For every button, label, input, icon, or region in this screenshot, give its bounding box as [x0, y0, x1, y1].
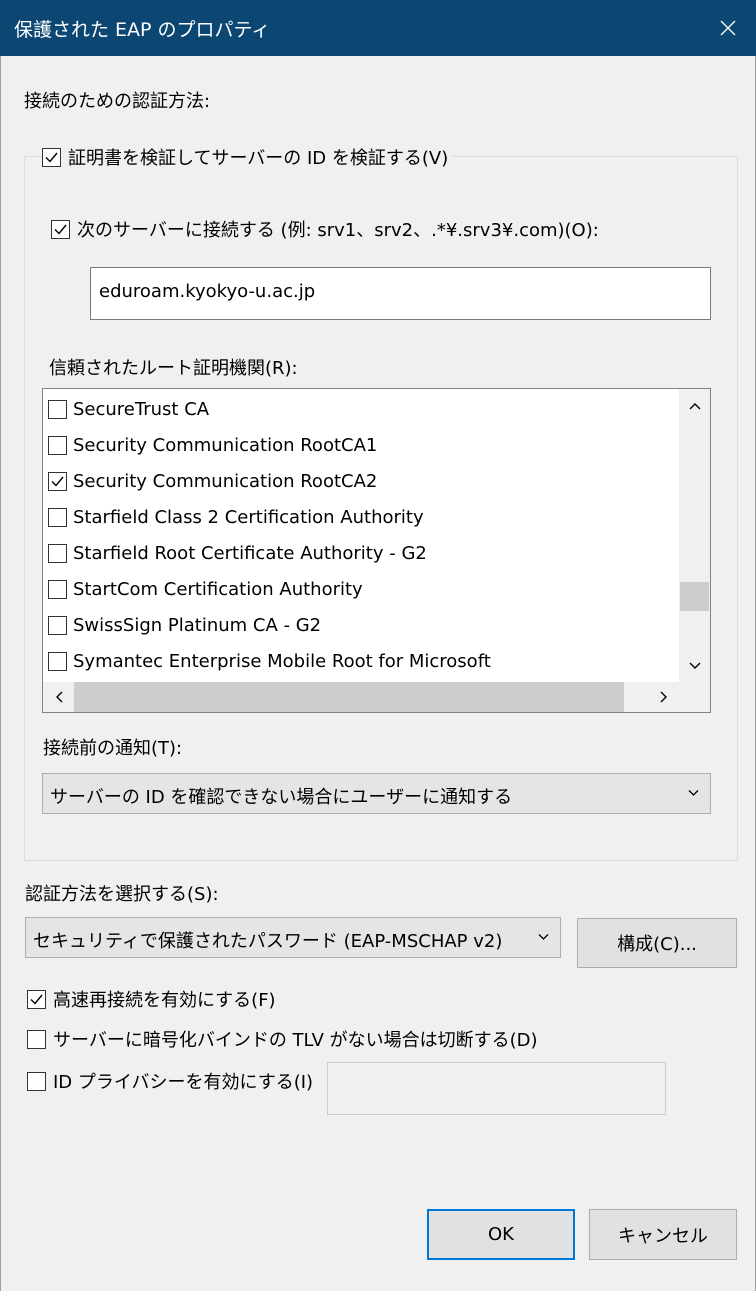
chevron-down-icon: [688, 790, 699, 796]
list-item[interactable]: Starfield Root Certificate Authority - G…: [48, 535, 427, 571]
connect-servers-label: 次のサーバーに接続する (例: srv1、srv2、.*¥.srv3¥.com)…: [77, 220, 599, 241]
connect-servers-checkbox[interactable]: 次のサーバーに接続する (例: srv1、srv2、.*¥.srv3¥.com)…: [51, 216, 599, 242]
identity-privacy-label: ID プライバシーを有効にする(I): [53, 1072, 314, 1093]
auth-method-selected-value: セキュリティで保護されたパスワード (EAP-MSCHAP v2): [33, 931, 503, 952]
auth-method-dropdown[interactable]: セキュリティで保護されたパスワード (EAP-MSCHAP v2): [25, 917, 561, 958]
vertical-scroll-thumb[interactable]: [680, 582, 709, 611]
list-item[interactable]: StartCom Certification Authority: [48, 571, 363, 607]
server-name-input[interactable]: eduroam.kyokyo-u.ac.jp: [90, 267, 711, 320]
close-icon: [720, 20, 736, 36]
checkbox-box: [48, 435, 67, 455]
identity-privacy-checkbox[interactable]: ID プライバシーを有効にする(I): [27, 1068, 313, 1094]
scrollbar-corner: [679, 682, 710, 712]
checkbox-box: [27, 989, 46, 1009]
fast-reconnect-label: 高速再接続を有効にする(F): [53, 990, 276, 1011]
checkbox-box: [48, 399, 67, 419]
list-item[interactable]: SwissSign Platinum CA - G2: [48, 607, 321, 643]
configure-button[interactable]: 構成(C)...: [577, 918, 737, 968]
trusted-roots-label: 信頼されたルート証明機関(R):: [49, 358, 298, 379]
checkbox-box: [27, 1071, 46, 1091]
check-icon: [54, 224, 67, 235]
checkbox-box: [51, 219, 70, 239]
verify-cert-label: 証明書を検証してサーバーの ID を検証する(V): [68, 148, 449, 169]
trusted-roots-list[interactable]: SecureTrust CA Security Communication Ro…: [42, 388, 711, 713]
list-item[interactable]: SecureTrust CA: [48, 391, 209, 427]
title-bar: 保護された EAP のプロパティ: [0, 0, 756, 56]
checkbox-box: [48, 507, 67, 527]
chevron-right-icon: [660, 691, 667, 703]
scroll-down-button[interactable]: [679, 651, 710, 681]
check-icon: [30, 994, 43, 1005]
list-item-label: Symantec Enterprise Mobile Root for Micr…: [73, 650, 491, 672]
checkbox-box: [48, 615, 67, 635]
scroll-left-button[interactable]: [43, 682, 74, 712]
identity-privacy-input: [327, 1062, 666, 1115]
checkbox-box: [48, 543, 67, 563]
check-icon: [45, 152, 58, 163]
chevron-left-icon: [55, 691, 62, 703]
select-method-label: 認証方法を選択する(S):: [25, 884, 219, 905]
check-icon: [51, 476, 64, 487]
auth-method-heading: 接続のための認証方法:: [24, 91, 211, 112]
list-item-label: Security Communication RootCA1: [73, 434, 378, 456]
notify-label: 接続前の通知(T):: [43, 738, 183, 759]
list-item[interactable]: Symantec Enterprise Mobile Root for Micr…: [48, 643, 491, 679]
fast-reconnect-checkbox[interactable]: 高速再接続を有効にする(F): [27, 986, 276, 1012]
scroll-right-button[interactable]: [648, 682, 679, 712]
list-item[interactable]: Security Communication RootCA1: [48, 427, 377, 463]
list-item-label: SecureTrust CA: [73, 398, 210, 420]
server-name-value: eduroam.kyokyo-u.ac.jp: [99, 281, 316, 302]
list-item[interactable]: Starfield Class 2 Certification Authorit…: [48, 499, 424, 535]
chevron-up-icon: [689, 403, 700, 410]
list-item[interactable]: Security Communication RootCA2: [48, 463, 377, 499]
checkbox-box: [48, 651, 67, 671]
list-item-label: Security Communication RootCA2: [73, 470, 378, 492]
list-item-label: StartCom Certification Authority: [73, 578, 363, 600]
window-title: 保護された EAP のプロパティ: [14, 19, 271, 41]
chevron-down-icon: [538, 934, 549, 940]
horizontal-scrollbar[interactable]: [43, 682, 679, 712]
vertical-scrollbar[interactable]: [679, 389, 710, 682]
list-item-label: SwissSign Platinum CA - G2: [73, 614, 322, 636]
cancel-button[interactable]: キャンセル: [589, 1209, 737, 1260]
notify-dropdown[interactable]: サーバーの ID を確認できない場合にユーザーに通知する: [42, 773, 711, 814]
list-item-label: Starfield Class 2 Certification Authorit…: [73, 506, 424, 528]
checkbox-box: [48, 579, 67, 599]
verify-cert-checkbox[interactable]: 証明書を検証してサーバーの ID を検証する(V): [42, 144, 453, 170]
checkbox-box: [48, 471, 67, 491]
chevron-down-icon: [689, 662, 700, 669]
checkbox-box: [42, 147, 61, 167]
close-button[interactable]: [700, 0, 756, 56]
ok-button[interactable]: OK: [427, 1209, 575, 1260]
disconnect-tlv-label: サーバーに暗号化バインドの TLV がない場合は切断する(D): [53, 1030, 538, 1051]
dialog-body: 接続のための認証方法: 証明書を検証してサーバーの ID を検証する(V) 次の…: [0, 56, 756, 1291]
notify-selected-value: サーバーの ID を確認できない場合にユーザーに通知する: [50, 787, 513, 808]
list-item-label: Starfield Root Certificate Authority - G…: [73, 542, 427, 564]
disconnect-tlv-checkbox[interactable]: サーバーに暗号化バインドの TLV がない場合は切断する(D): [27, 1026, 538, 1052]
checkbox-box: [27, 1029, 46, 1049]
horizontal-scroll-thumb[interactable]: [74, 682, 624, 712]
scroll-up-button[interactable]: [679, 391, 710, 421]
